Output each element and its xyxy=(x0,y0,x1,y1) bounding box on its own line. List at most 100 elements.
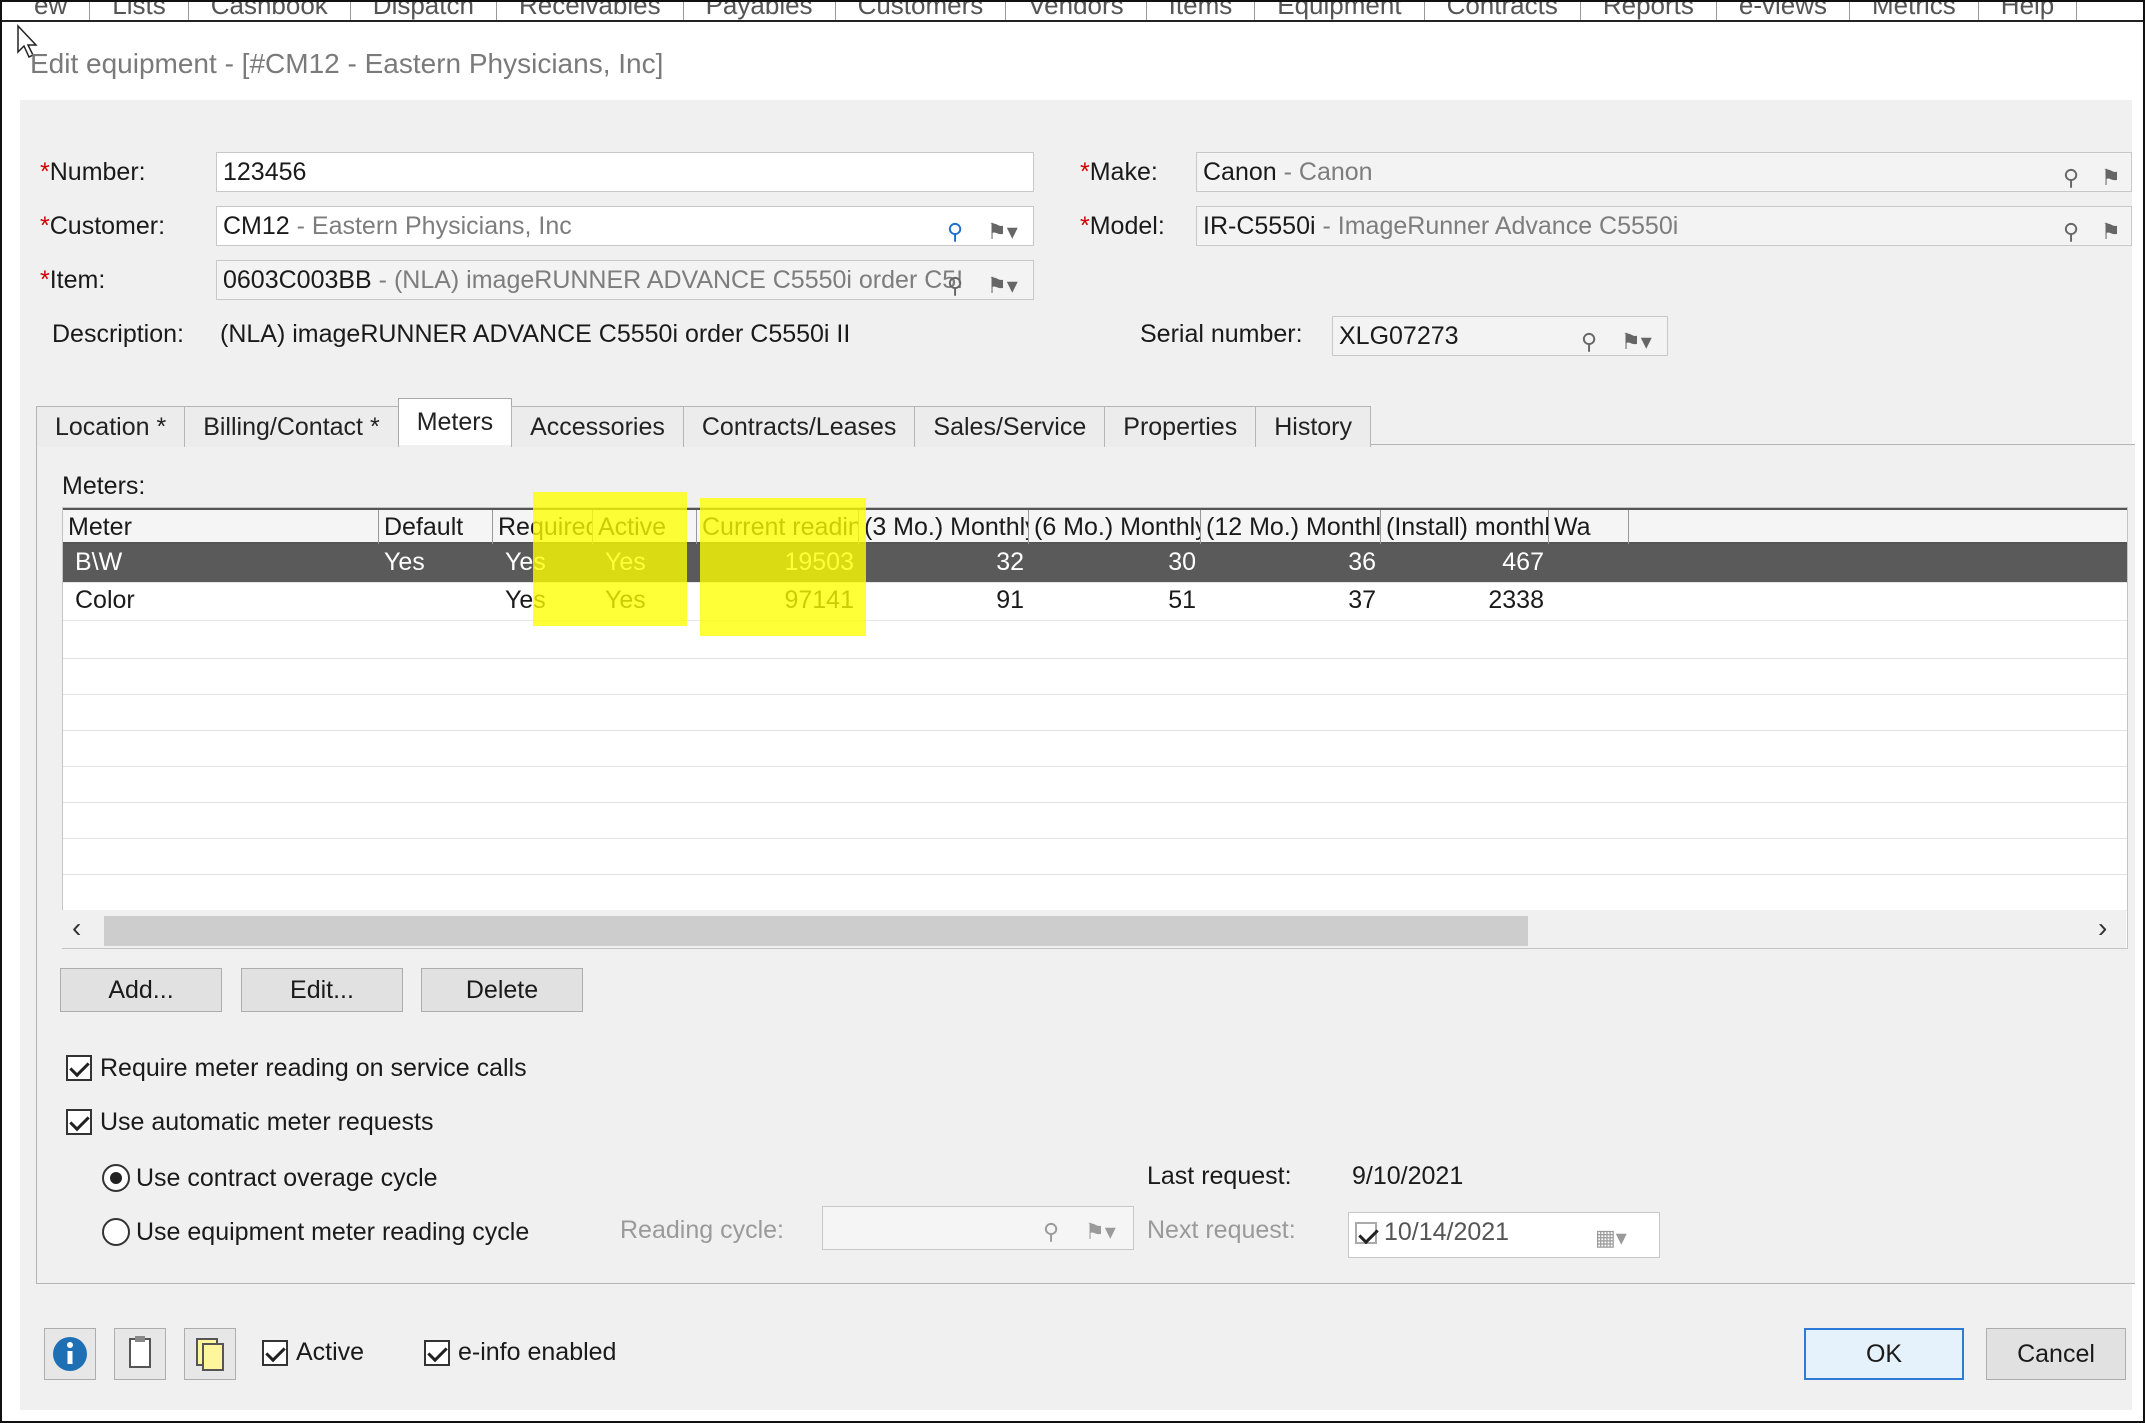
table-cell: 30 xyxy=(1168,548,1196,576)
tab-accessories[interactable]: Accessories xyxy=(511,406,684,447)
reading-cycle-field[interactable]: ⚲ ⚑▾ xyxy=(822,1206,1134,1250)
menu-item[interactable]: Equipment xyxy=(1255,2,1425,20)
customer-lookup-field[interactable]: CM12 - Eastern Physicians, Inc ⚲ ⚑▾ xyxy=(216,206,1034,246)
tab-contracts-leases[interactable]: Contracts/Leases xyxy=(682,406,916,447)
menu-item[interactable]: ew xyxy=(12,2,91,20)
menu-item[interactable]: Help xyxy=(1979,2,2078,20)
next-request-date-field[interactable]: 10/14/2021 ▦▾ xyxy=(1348,1212,1660,1258)
search-icon[interactable]: ⚲ xyxy=(1043,1213,1059,1249)
menu-item[interactable]: Metrics xyxy=(1850,2,1979,20)
flag-dropdown-icon[interactable]: ⚑▾ xyxy=(987,213,1018,245)
make-lookup-field[interactable]: Canon - Canon ⚲ ⚑ xyxy=(1196,152,2132,192)
calendar-dropdown-icon[interactable]: ▦▾ xyxy=(1595,1219,1627,1257)
menu-bar: ew Lists Cashbook Dispatch Receivables Payabl… xyxy=(2,2,2143,22)
equipment-cycle-radio[interactable] xyxy=(102,1218,130,1246)
tab-meters[interactable]: Meters xyxy=(397,398,513,445)
ok-button[interactable]: OK xyxy=(1804,1328,1964,1380)
active-checkbox[interactable] xyxy=(262,1340,288,1366)
table-cell: 36 xyxy=(1348,548,1376,576)
reading-cycle-label: Reading cycle: xyxy=(620,1216,784,1244)
table-cell: 32 xyxy=(996,548,1024,576)
menu-item[interactable]: Reports xyxy=(1581,2,1717,20)
column-header[interactable]: Wa xyxy=(1549,510,1629,546)
einfo-enabled-checkbox[interactable] xyxy=(424,1340,450,1366)
table-cell: 51 xyxy=(1168,586,1196,614)
scroll-left-icon[interactable]: ‹ xyxy=(72,912,81,944)
auto-requests-checkbox[interactable] xyxy=(66,1109,92,1135)
empty-row-line xyxy=(63,838,2127,839)
flag-dropdown-icon[interactable]: ⚑▾ xyxy=(1621,323,1652,355)
serial-number-label: Serial number: xyxy=(1140,320,1303,348)
column-header[interactable]: (12 Mo.) Monthl... xyxy=(1201,510,1381,546)
table-row[interactable]: ColorYesYes971419151372338 xyxy=(63,582,2127,621)
menu-item[interactable]: Contracts xyxy=(1425,2,1581,20)
tab-billing-contact[interactable]: Billing/Contact * xyxy=(184,406,399,447)
empty-row-line xyxy=(63,802,2127,803)
search-icon[interactable]: ⚲ xyxy=(947,267,963,299)
required-column-highlight xyxy=(533,492,687,626)
note-button[interactable] xyxy=(114,1328,166,1380)
add-meter-button[interactable]: Add... xyxy=(60,968,222,1012)
tab-location[interactable]: Location * xyxy=(36,406,186,447)
number-input[interactable]: 123456 xyxy=(216,152,1034,192)
menu-item[interactable]: Dispatch xyxy=(351,2,497,20)
flag-dropdown-icon[interactable]: ⚑▾ xyxy=(987,267,1018,299)
menu-item[interactable]: Receivables xyxy=(497,2,684,20)
menu-item[interactable]: e-views xyxy=(1717,2,1851,20)
model-lookup-field[interactable]: IR-C5550i - ImageRunner Advance C5550i ⚲… xyxy=(1196,206,2132,246)
column-header[interactable]: (Install) monthly... xyxy=(1381,510,1549,546)
menu-item[interactable]: Vendors xyxy=(1006,2,1147,20)
meters-grid-header: MeterDefaultRequiredActiveCurrent readin… xyxy=(63,508,2127,546)
tab-sales-service[interactable]: Sales/Service xyxy=(914,406,1106,447)
flag-dropdown-icon[interactable]: ⚑▾ xyxy=(1085,1213,1116,1249)
table-cell: 37 xyxy=(1348,586,1376,614)
flag-icon[interactable]: ⚑ xyxy=(2101,159,2121,191)
meters-grid[interactable]: MeterDefaultRequiredActiveCurrent readin… xyxy=(62,507,2128,949)
horizontal-scrollbar[interactable]: ‹ › xyxy=(62,910,2126,948)
edit-meter-button[interactable]: Edit... xyxy=(241,968,403,1012)
menu-item[interactable]: Customers xyxy=(836,2,1007,20)
contract-cycle-radio[interactable] xyxy=(102,1164,130,1192)
search-icon[interactable]: ⚲ xyxy=(2063,213,2079,245)
empty-row-line xyxy=(63,694,2127,695)
contract-cycle-label: Use contract overage cycle xyxy=(136,1164,438,1192)
search-icon[interactable]: ⚲ xyxy=(947,213,963,245)
menu-item[interactable]: Payables xyxy=(684,2,836,20)
scroll-right-icon[interactable]: › xyxy=(2098,912,2107,944)
menu-item[interactable]: Cashbook xyxy=(189,2,351,20)
flag-icon[interactable]: ⚑ xyxy=(2101,213,2121,245)
empty-row-line xyxy=(63,730,2127,731)
scrollbar-thumb[interactable] xyxy=(104,916,1528,946)
empty-row-line xyxy=(63,766,2127,767)
table-cell xyxy=(379,582,493,620)
column-header[interactable]: Default xyxy=(379,510,493,546)
tab-properties[interactable]: Properties xyxy=(1104,406,1257,447)
menu-item[interactable]: Lists xyxy=(90,2,189,20)
next-request-enable-checkbox[interactable] xyxy=(1355,1222,1377,1245)
search-icon[interactable]: ⚲ xyxy=(2063,159,2079,191)
info-button[interactable] xyxy=(44,1328,96,1380)
empty-row-line xyxy=(63,874,2127,875)
tab-history[interactable]: History xyxy=(1255,406,1372,447)
require-reading-checkbox[interactable] xyxy=(66,1055,92,1081)
active-column-highlight xyxy=(700,498,866,636)
model-label: *Model: xyxy=(1080,212,1165,240)
column-header[interactable]: Meter xyxy=(63,510,379,546)
table-row[interactable]: B\WYesYesYes19503323036467 xyxy=(63,544,2127,583)
menu-item[interactable]: Items xyxy=(1147,2,1256,20)
item-lookup-field[interactable]: 0603C003BB - (NLA) imageRUNNER ADVANCE C… xyxy=(216,260,1034,300)
next-request-label: Next request: xyxy=(1147,1216,1296,1244)
cancel-button[interactable]: Cancel xyxy=(1986,1328,2126,1380)
serial-number-field[interactable]: XLG07273 ⚲ ⚑▾ xyxy=(1332,316,1668,356)
copy-button[interactable] xyxy=(184,1328,236,1380)
make-label: *Make: xyxy=(1080,158,1158,186)
column-header[interactable]: (6 Mo.) Monthly ... xyxy=(1029,510,1201,546)
table-cell: 2338 xyxy=(1488,586,1544,614)
number-label: *Number: xyxy=(40,158,146,186)
window-title: Edit equipment - [#CM12 - Eastern Physic… xyxy=(30,48,664,79)
description-label: Description: xyxy=(52,320,184,348)
column-header[interactable]: (3 Mo.) Monthly ... xyxy=(859,510,1029,546)
table-cell: Yes xyxy=(384,548,425,576)
search-icon[interactable]: ⚲ xyxy=(1581,323,1597,355)
delete-meter-button[interactable]: Delete xyxy=(421,968,583,1012)
